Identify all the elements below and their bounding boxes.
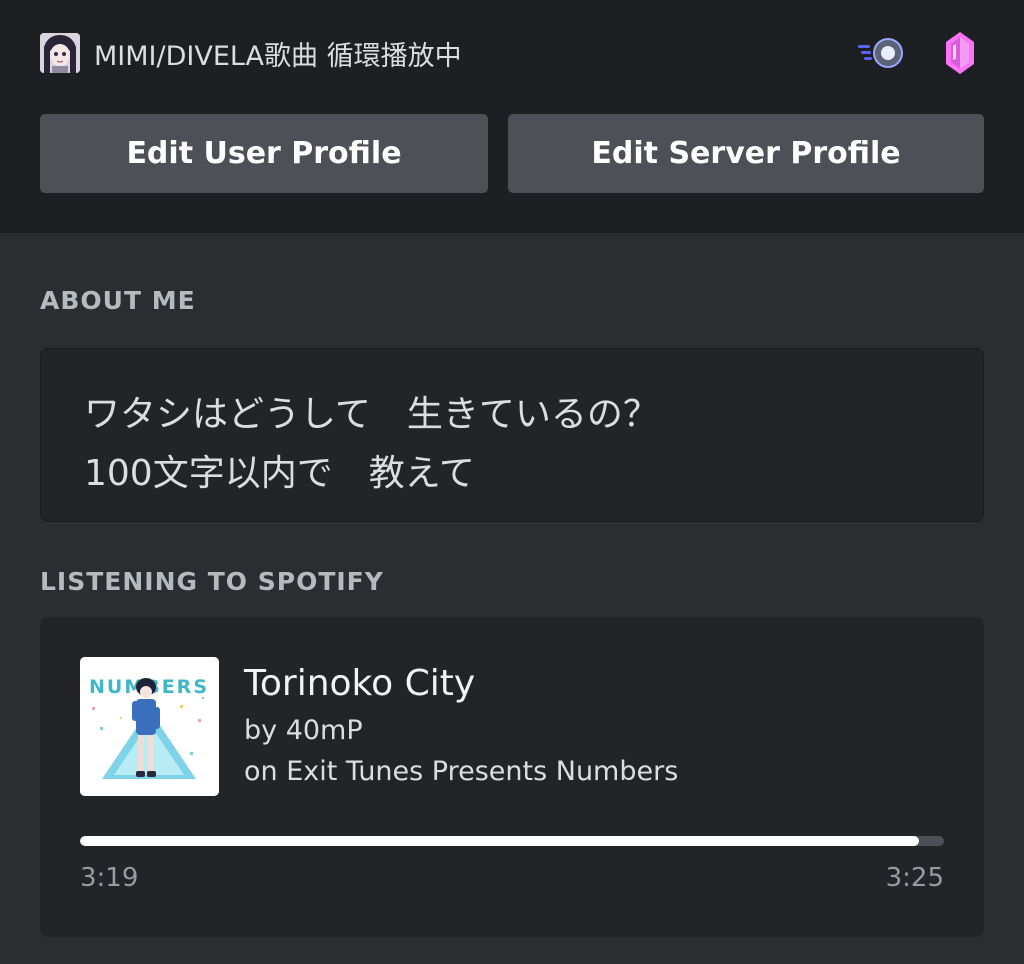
track-album[interactable]: on Exit Tunes Presents Numbers: [244, 756, 678, 787]
profile-header: MIMI/DIVELA歌曲 循環播放中 Edit User Profile Ed…: [0, 0, 1024, 233]
track-duration: 3:25: [885, 863, 944, 893]
about-me-heading: ABOUT ME: [40, 286, 196, 315]
edit-user-profile-button[interactable]: Edit User Profile: [40, 114, 488, 193]
track-artist[interactable]: by 40mP: [244, 715, 363, 746]
about-me-line-2: 100文字以内で 教えて: [84, 453, 475, 494]
spotify-activity-card: NUMBERS Torinoko City by 40mP on Exit Tu…: [40, 617, 984, 937]
profile-action-buttons: Edit User Profile Edit Server Profile: [40, 114, 984, 193]
server-boost-gem-icon[interactable]: [936, 32, 984, 74]
about-me-box: ワタシはどうして 生きているの？ 100文字以内で 教えて: [40, 348, 984, 522]
elapsed-time: 3:19: [80, 863, 139, 893]
playback-progress-bar: [80, 836, 944, 846]
track-title[interactable]: Torinoko City: [244, 663, 475, 704]
badge-list: [858, 32, 984, 74]
spotify-heading: LISTENING TO SPOTIFY: [40, 567, 384, 596]
custom-status[interactable]: MIMI/DIVELA歌曲 循環播放中: [40, 32, 984, 74]
status-emoji-icon: [40, 33, 80, 73]
album-art[interactable]: NUMBERS: [80, 657, 219, 796]
about-me-line-1: ワタシはどうして 生きているの？: [84, 394, 659, 435]
custom-status-text: MIMI/DIVELA歌曲 循環播放中: [94, 40, 462, 72]
edit-server-profile-button[interactable]: Edit Server Profile: [508, 114, 984, 193]
nitro-icon[interactable]: [858, 32, 906, 74]
playback-progress-fill: [80, 836, 919, 846]
